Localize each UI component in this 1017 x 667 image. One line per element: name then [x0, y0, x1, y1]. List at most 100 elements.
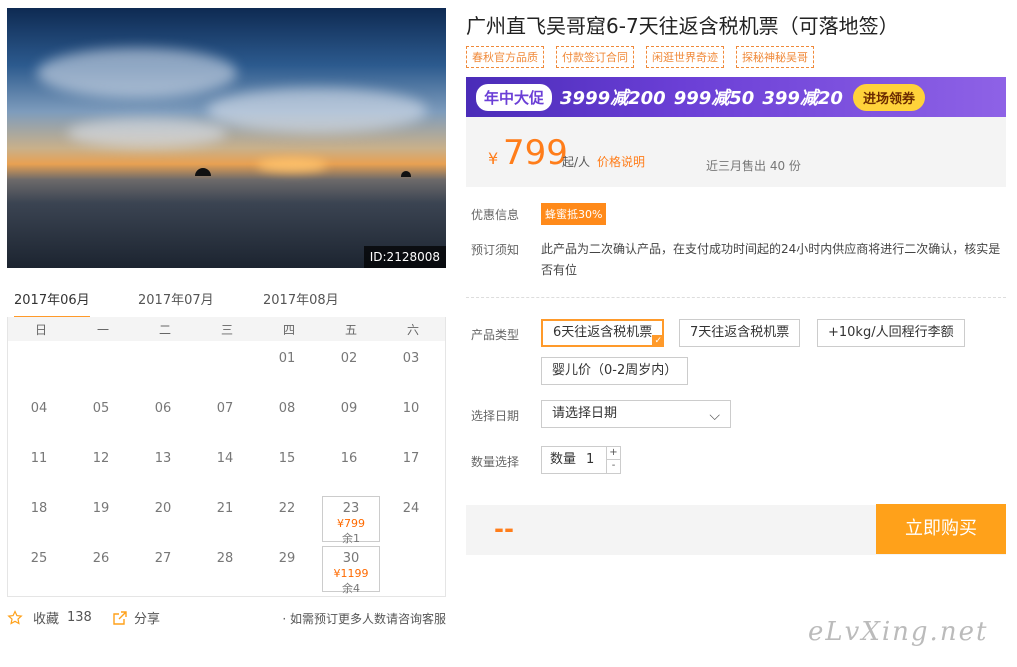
date-select-placeholder: 请选择日期	[552, 406, 618, 421]
day-number: 23	[342, 501, 360, 516]
calendar-day-available[interactable]: 23 ¥799 余1	[322, 496, 380, 545]
favorite-count: 138	[67, 610, 92, 625]
weekday: 六	[406, 323, 419, 337]
chevron-down-icon: ⌵	[709, 408, 720, 424]
calendar-day: 12	[92, 451, 110, 466]
calendar-day: 02	[340, 351, 358, 366]
product-option-infant[interactable]: 婴儿价（0-2周岁内）	[541, 357, 689, 385]
date-select[interactable]: 请选择日期 ⌵	[541, 400, 731, 428]
calendar-day: 13	[154, 451, 172, 466]
option-label: 6天往返含税机票	[553, 325, 653, 340]
calendar-day: 21	[216, 501, 234, 516]
get-coupon-button[interactable]: 进场领券	[852, 83, 925, 111]
product-option-6day[interactable]: 6天往返含税机票 ✓	[541, 319, 665, 347]
calendar-day-available[interactable]: 30 ¥1199 余4	[322, 546, 380, 595]
weekday: 二	[158, 323, 171, 337]
calendar-day: 09	[340, 401, 358, 416]
calendar-day: 19	[92, 501, 110, 516]
promo-banner[interactable]: 年中大促 3999减200 999减50 399减20 进场领券	[466, 77, 1006, 117]
calendar-day: 04	[30, 401, 48, 416]
product-tag: 闲逛世界奇迹	[646, 46, 724, 68]
total-price: --	[494, 515, 514, 543]
price-bar: ¥ 799 起/人 价格说明 近三月售出 40 份	[466, 117, 1006, 187]
product-option-7day[interactable]: 7天往返含税机票	[679, 319, 801, 347]
consult-note[interactable]: · 如需预订更多人数请咨询客服	[282, 610, 446, 627]
decrement-button[interactable]: -	[606, 460, 620, 473]
check-icon: ✓	[652, 335, 665, 347]
calendar-day: 17	[402, 451, 420, 466]
price-unit: 起/人	[562, 155, 591, 169]
calendar-day: 10	[402, 401, 420, 416]
offers-label: 优惠信息	[471, 208, 520, 222]
month-tabs: 2017年06月 2017年07月 2017年08月	[7, 285, 446, 319]
day-remaining: 余4	[342, 582, 360, 595]
day-price: ¥799	[337, 517, 365, 530]
increment-button[interactable]: +	[606, 447, 620, 460]
day-price: ¥1199	[333, 567, 369, 580]
weekday: 四	[282, 323, 295, 337]
buy-bar: -- 立即购买	[466, 504, 1006, 555]
calendar-day: 11	[30, 451, 48, 466]
product-tag: 付款签订合同	[556, 46, 634, 68]
share-button[interactable]: 分享	[112, 608, 160, 627]
price-value: 799	[503, 133, 568, 173]
favorite-label: 收藏	[33, 612, 60, 627]
price-currency: ¥	[488, 149, 499, 168]
product-tag: 春秋官方品质	[466, 46, 544, 68]
weekday: 日	[34, 323, 47, 337]
promo-label: 年中大促	[476, 83, 553, 111]
weekday: 一	[96, 323, 109, 337]
calendar-day: 24	[402, 501, 420, 516]
product-photo: ID:2128008	[7, 8, 446, 268]
calendar-day: 15	[278, 451, 296, 466]
divider	[466, 297, 1006, 298]
promo-deal: 3999减200	[560, 88, 666, 109]
calendar-day: 08	[278, 401, 296, 416]
sold-count: 近三月售出 40 份	[706, 159, 801, 173]
product-option-luggage[interactable]: +10kg/人回程行李额	[817, 319, 965, 347]
product-title: 广州直飞吴哥窟6-7天往返含税机票（可落地签）	[466, 14, 899, 38]
day-number: 30	[342, 551, 360, 566]
calendar-day: 01	[278, 351, 296, 366]
buy-now-button[interactable]: 立即购买	[876, 504, 1006, 554]
calendar-day: 06	[154, 401, 172, 416]
date-select-label: 选择日期	[471, 409, 520, 423]
calendar-day: 28	[216, 551, 234, 566]
quantity-label: 数量选择	[471, 455, 520, 469]
weekday: 五	[344, 323, 357, 337]
calendar-day: 14	[216, 451, 234, 466]
favorite-button[interactable]: 收藏 138	[7, 608, 92, 627]
product-tag: 探秘神秘吴哥	[736, 46, 814, 68]
calendar-day: 16	[340, 451, 358, 466]
calendar-day: 05	[92, 401, 110, 416]
price-description-link[interactable]: 价格说明	[597, 153, 645, 170]
quantity-stepper[interactable]: 数量 1 + -	[541, 446, 621, 474]
product-tags: 春秋官方品质 付款签订合同 闲逛世界奇迹 探秘神秘吴哥	[466, 46, 814, 68]
calendar-day: 07	[216, 401, 234, 416]
calendar-day: 27	[154, 551, 172, 566]
share-label: 分享	[134, 612, 161, 627]
quantity-value: 1	[586, 452, 595, 467]
day-remaining: 余1	[342, 532, 360, 545]
quantity-prefix: 数量	[550, 452, 577, 467]
photo-id-label: ID:2128008	[363, 246, 446, 268]
weekday: 三	[220, 323, 233, 337]
calendar-day: 22	[278, 501, 296, 516]
calendar-day: 03	[402, 351, 420, 366]
tab-month-06[interactable]: 2017年06月	[14, 289, 90, 319]
booking-notice-label: 预订须知	[471, 243, 520, 257]
watermark: eLvXing.net	[808, 617, 989, 647]
calendar-day: 25	[30, 551, 48, 566]
offer-badge: 蜂蜜抵30%	[541, 203, 607, 225]
calendar-day: 29	[278, 551, 296, 566]
calendar-day: 20	[154, 501, 172, 516]
calendar: 日 一 二 三 四 五 六 01 02 03 04 05 06 07 08 09…	[7, 317, 446, 597]
promo-deal: 999减50	[673, 88, 755, 109]
calendar-day: 18	[30, 501, 48, 516]
calendar-day: 26	[92, 551, 110, 566]
tab-month-08[interactable]: 2017年08月	[263, 289, 339, 316]
star-icon	[7, 609, 23, 625]
promo-deal: 399减20	[762, 88, 843, 109]
product-type-label: 产品类型	[471, 328, 520, 342]
tab-month-07[interactable]: 2017年07月	[138, 289, 214, 316]
